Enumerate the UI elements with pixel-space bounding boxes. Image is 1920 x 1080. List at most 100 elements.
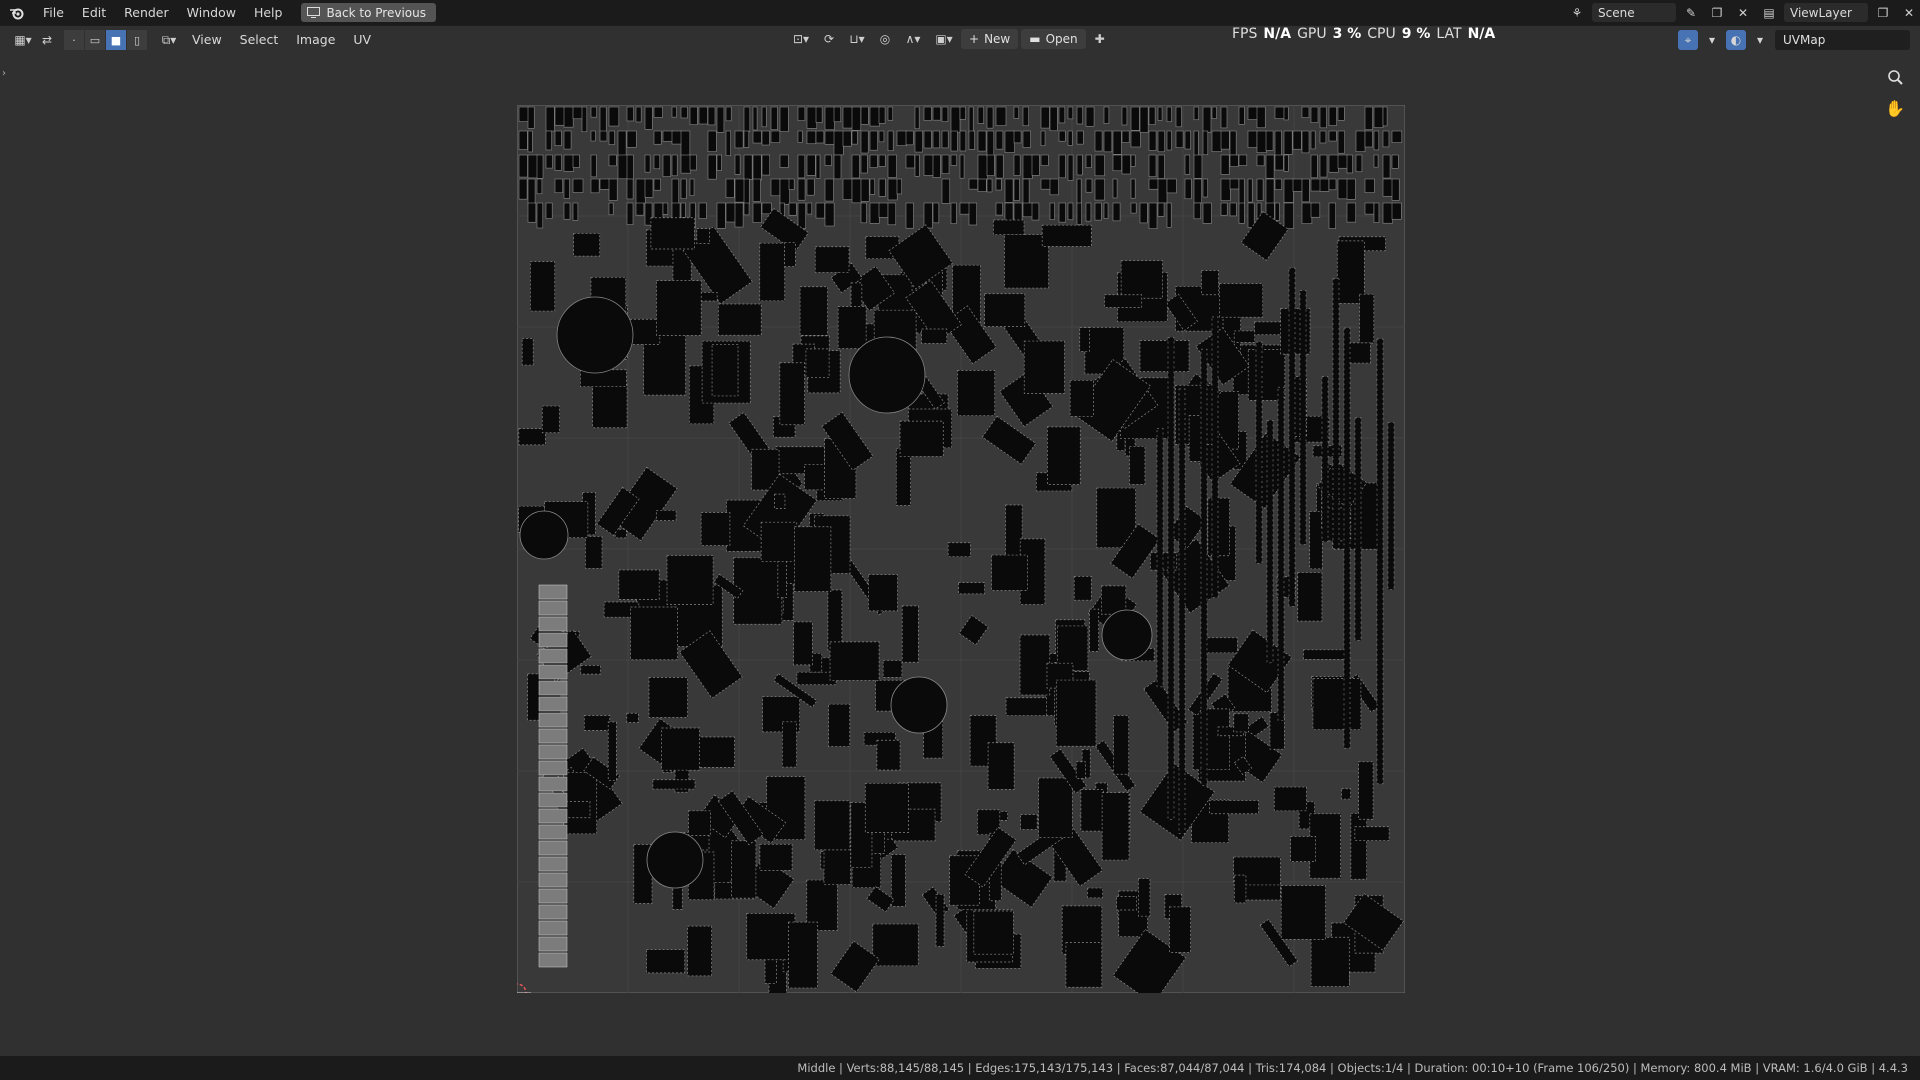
gizmo-toggle-icon[interactable]: ⌖	[1678, 30, 1698, 50]
menu-uv[interactable]: UV	[344, 26, 380, 54]
vertex-select-icon[interactable]: ·	[64, 30, 84, 50]
uv-island	[527, 130, 533, 153]
scene-field[interactable]: Scene	[1592, 3, 1676, 22]
uv-island	[1112, 130, 1122, 155]
menu-edit[interactable]: Edit	[73, 0, 115, 25]
uv-island	[1319, 178, 1330, 192]
fps-value: N/A	[1263, 26, 1292, 42]
menu-window[interactable]: Window	[178, 0, 245, 25]
uv-island	[1080, 789, 1104, 832]
uv-island	[1382, 178, 1393, 197]
toolbar-expand-icon[interactable]: ›	[2, 68, 6, 79]
uv-island	[1373, 202, 1380, 223]
uv-island	[1103, 106, 1110, 124]
uvmap-field[interactable]: UVMap	[1775, 30, 1910, 50]
uv-island	[554, 178, 563, 194]
snap-target-icon[interactable]: ⊔▾	[843, 30, 871, 49]
uv-island	[1058, 106, 1066, 124]
gizmo-dropdown-icon[interactable]: ▾	[1702, 30, 1722, 50]
uv-island	[968, 106, 974, 134]
snap-icon[interactable]: ⟳	[818, 30, 840, 49]
menu-help[interactable]: Help	[245, 0, 292, 25]
uv-island	[1049, 202, 1055, 220]
sticky-selection-icon[interactable]: ⧉▾	[155, 31, 183, 50]
uv-island	[527, 106, 535, 129]
uv-island	[901, 605, 919, 663]
pin-image-icon[interactable]: ✚	[1089, 30, 1111, 49]
island-select-icon[interactable]: ▯	[127, 30, 147, 50]
new-scene-icon[interactable]: ❐	[1706, 3, 1728, 22]
open-image-button[interactable]: ▬ Open	[1021, 29, 1086, 49]
uv-island	[833, 130, 844, 156]
uv-island	[1364, 130, 1373, 148]
menu-select[interactable]: Select	[231, 26, 288, 54]
uv-island	[774, 493, 786, 510]
scene-icon[interactable]: ⚘	[1566, 3, 1588, 22]
uv-island	[805, 348, 830, 378]
editor-type-icon[interactable]: ▦▾	[10, 31, 36, 50]
uv-island	[878, 130, 885, 143]
uv-island-strip	[1266, 420, 1274, 664]
uv-layout-canvas[interactable]	[517, 105, 1405, 993]
falloff-icon[interactable]: ∧▾	[899, 30, 927, 49]
uv-island	[814, 800, 851, 851]
uv-island	[752, 178, 761, 202]
uv-island	[1203, 637, 1238, 654]
view-layer-field[interactable]: ViewLayer	[1784, 3, 1868, 22]
uv-island	[1346, 178, 1356, 200]
uv-island	[869, 130, 878, 151]
menu-file[interactable]: File	[34, 0, 73, 25]
uv-island	[563, 178, 570, 199]
remove-view-layer-icon[interactable]: ✕	[1898, 3, 1920, 22]
uv-island	[1256, 178, 1264, 201]
pan-hand-icon[interactable]: ✋	[1882, 95, 1908, 121]
new-view-layer-icon[interactable]: ❐	[1872, 3, 1894, 22]
new-image-button[interactable]: + New	[961, 29, 1019, 49]
uv-island	[784, 242, 796, 267]
uv-island	[896, 178, 902, 195]
uv-island	[1148, 106, 1156, 125]
view-layer-icon[interactable]: ▤	[1758, 3, 1780, 22]
uv-island	[689, 106, 698, 125]
uv-island	[1233, 330, 1256, 343]
uv-island	[573, 233, 601, 257]
edge-select-icon[interactable]: ▭	[85, 30, 105, 50]
uv-island	[1328, 154, 1339, 173]
overlay-dropdown-icon[interactable]: ▾	[1750, 30, 1770, 50]
uv-island	[793, 621, 813, 666]
uv-island	[1184, 178, 1192, 200]
uv-viewport[interactable]: › ✋	[0, 54, 1920, 1056]
pin-icon[interactable]: ✎	[1680, 3, 1702, 22]
pivot-icon[interactable]: ⊡▾	[787, 30, 815, 49]
overlay-toggle-icon[interactable]: ◐	[1726, 30, 1746, 50]
uv-sync-selection-icon[interactable]: ⇄	[36, 31, 58, 50]
uv-island	[1087, 887, 1104, 899]
zoom-icon[interactable]	[1882, 64, 1908, 90]
uv-island	[1193, 178, 1202, 204]
uv-island	[1020, 814, 1038, 830]
remove-scene-icon[interactable]: ✕	[1732, 3, 1754, 22]
back-to-previous-button[interactable]: Back to Previous	[301, 3, 436, 22]
uv-island	[626, 106, 634, 122]
blender-logo-icon[interactable]	[0, 0, 34, 25]
image-browse-icon[interactable]: ▣▾	[930, 30, 958, 49]
menu-render[interactable]: Render	[115, 0, 178, 25]
uv-island	[1112, 154, 1122, 172]
uv-island	[851, 130, 858, 145]
uv-island	[1265, 130, 1274, 151]
uv-island	[828, 703, 851, 747]
proportional-edit-icon[interactable]: ◎	[874, 30, 896, 49]
menu-image[interactable]: Image	[287, 26, 344, 54]
uv-island	[617, 154, 628, 180]
uv-island	[1040, 154, 1049, 166]
uv-island	[824, 154, 832, 166]
uv-island	[1116, 896, 1137, 911]
menu-view[interactable]: View	[183, 26, 231, 54]
face-select-icon[interactable]: ■	[106, 30, 126, 50]
uv-island	[572, 154, 580, 168]
uv-island	[860, 202, 867, 224]
uv-island	[1219, 283, 1264, 318]
uv-island	[914, 106, 920, 130]
uv-island	[986, 154, 995, 176]
uv-island	[968, 178, 979, 190]
